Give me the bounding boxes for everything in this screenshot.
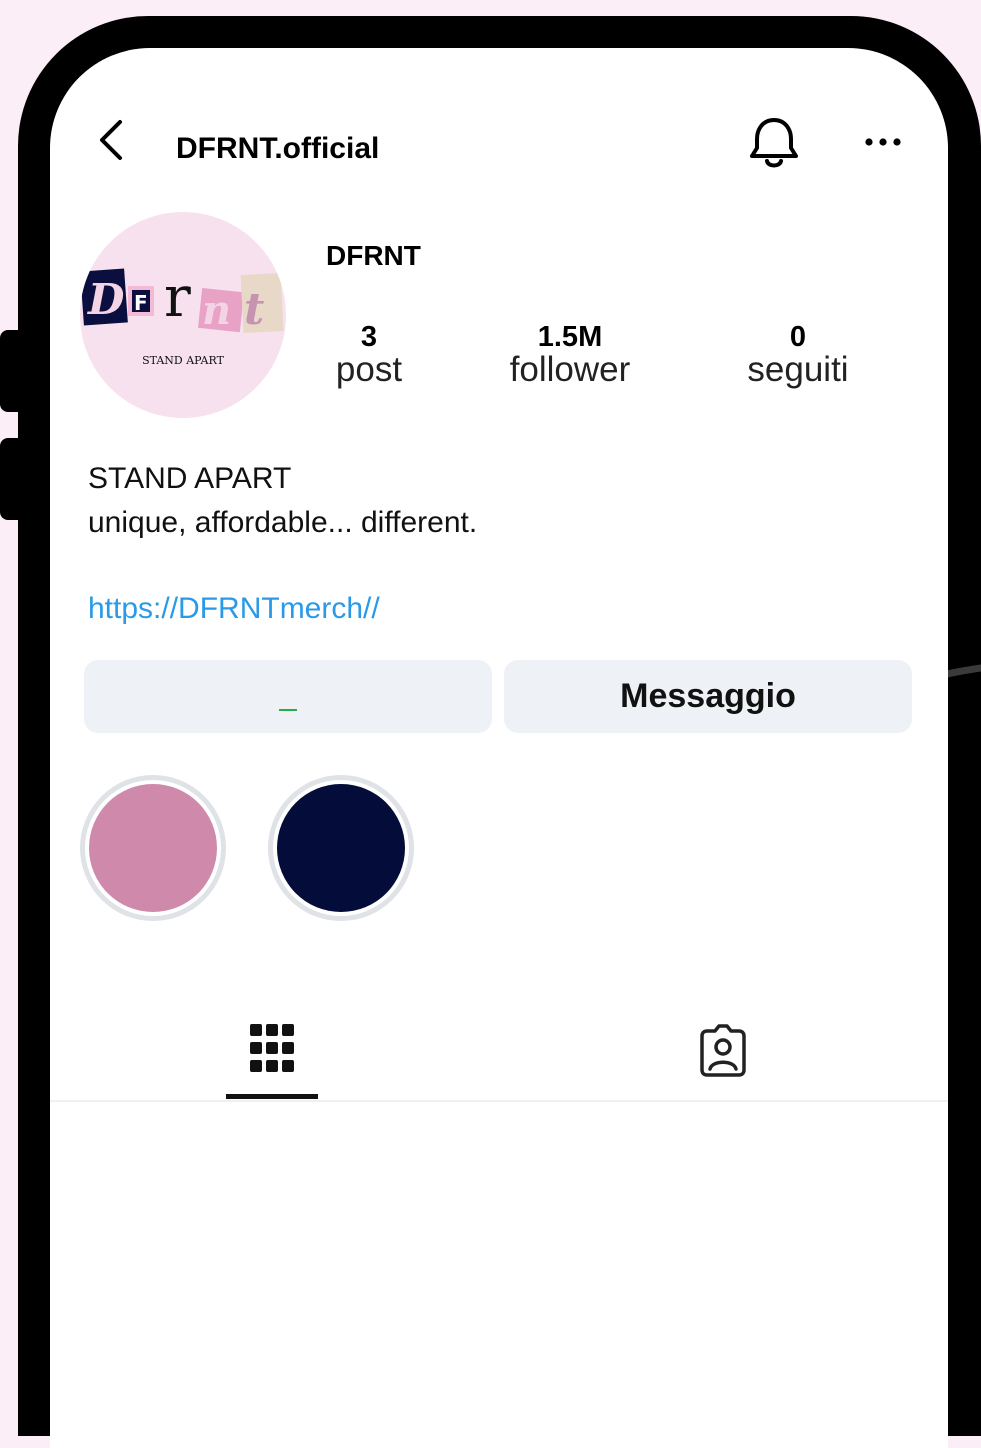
follow-button[interactable]	[84, 660, 492, 733]
story-highlight[interactable]	[80, 775, 226, 921]
stat-following-label: seguiti	[747, 350, 849, 389]
stat-posts-label: post	[335, 350, 403, 389]
posts-grid-area	[50, 1102, 948, 1448]
profile-username-header: DFRNT.official	[176, 132, 380, 165]
bio-title: STAND APART	[88, 462, 292, 495]
phone-screen: DFRNT.official D F r n t STAND APART DFR…	[50, 48, 948, 1448]
stat-following-count: 0	[789, 321, 807, 353]
back-arrow-icon[interactable]	[92, 116, 132, 164]
dfrnt-logo: D F r n t STAND APART	[80, 265, 284, 367]
stat-followers[interactable]: 1.5M follower	[490, 322, 650, 388]
stat-following[interactable]: 0 seguiti	[718, 322, 878, 388]
follow-button-mark	[279, 708, 297, 711]
svg-text:F: F	[134, 291, 148, 315]
phone-side-button-upper	[0, 330, 34, 412]
message-button[interactable]: Messaggio	[504, 660, 912, 733]
stat-followers-count: 1.5M	[537, 321, 603, 353]
bio-description: unique, affordable... different.	[88, 506, 478, 539]
svg-text:STAND APART: STAND APART	[142, 354, 225, 367]
stat-followers-label: follower	[509, 350, 631, 389]
svg-text:n: n	[202, 287, 231, 334]
story-highlight[interactable]	[268, 775, 414, 921]
stat-posts-count: 3	[360, 321, 378, 353]
svg-text:t: t	[244, 284, 264, 335]
phone-side-button-lower	[0, 438, 34, 520]
profile-display-name: DFRNT	[326, 240, 421, 271]
svg-text:r: r	[164, 265, 191, 330]
story-highlight-cover	[89, 784, 217, 912]
story-highlight-cover	[277, 784, 405, 912]
bell-icon[interactable]	[748, 114, 800, 172]
profile-avatar[interactable]: D F r n t STAND APART	[80, 212, 286, 418]
grid-icon[interactable]	[250, 1024, 294, 1074]
bio-link[interactable]: https://DFRNTmerch//	[88, 592, 380, 626]
svg-text:D: D	[87, 275, 125, 324]
active-tab-indicator	[226, 1094, 318, 1099]
stat-posts[interactable]: 3 post	[312, 322, 426, 388]
more-options-icon[interactable]	[862, 132, 906, 152]
tagged-user-icon[interactable]	[696, 1024, 750, 1078]
